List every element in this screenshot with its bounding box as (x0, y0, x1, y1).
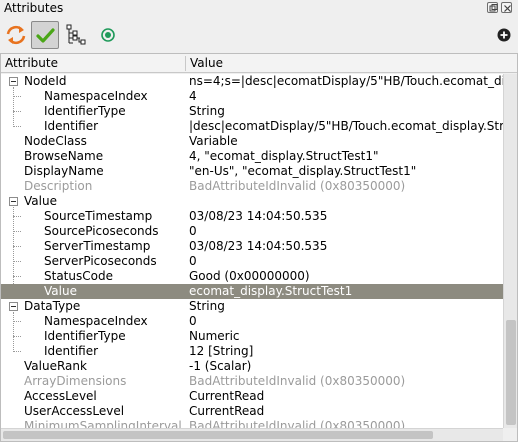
tree-row[interactable]: SourcePicoseconds 0 (1, 224, 503, 239)
attribute-value: 4, "ecomat_display.StructTest1" (189, 149, 379, 163)
column-separator[interactable] (185, 56, 186, 71)
vertical-scrollbar-thumb[interactable] (506, 320, 516, 425)
tree-row[interactable]: NamespaceIndex 0 (1, 314, 503, 329)
attribute-value: BadAttributeIdInvalid (0x80350000) (189, 179, 406, 193)
attribute-value: -1 (Scalar) (189, 359, 252, 373)
attribute-name: NamespaceIndex (44, 89, 148, 103)
tree-row[interactable]: Value ecomat_display.StructTest1 (1, 284, 503, 299)
attribute-name: SourceTimestamp (44, 209, 153, 223)
attribute-value: Variable (189, 134, 238, 148)
refresh-icon[interactable] (2, 21, 30, 49)
attribute-name: UserAccessLevel (24, 404, 125, 418)
tree-row[interactable]: NodeClass Variable (1, 134, 503, 149)
close-icon[interactable] (501, 2, 512, 13)
attribute-name: Identifier (44, 119, 99, 133)
tree-row[interactable]: UserAccessLevel CurrentRead (1, 404, 503, 419)
tree-row[interactable]: Identifier |desc|ecomatDisplay/5"HB/Touch… (1, 119, 503, 134)
attribute-value: |desc|ecomatDisplay/5"HB/Touch.ecomat_di… (189, 119, 503, 133)
float-icon[interactable] (487, 2, 498, 13)
vertical-scrollbar[interactable] (503, 74, 517, 428)
attribute-value: 12 [String] (189, 344, 254, 358)
attribute-name: Value (44, 284, 77, 298)
attribute-name: NodeId (24, 74, 67, 88)
panel-titlebar: Attributes (0, 0, 518, 18)
attribute-value: 0 (189, 254, 197, 268)
tree-row[interactable]: Identifier 12 [String] (1, 344, 503, 359)
attribute-name: Value (24, 194, 57, 208)
attribute-value: ns=4;s=|desc|ecomatDisplay/5"HB/Touch.ec… (189, 74, 503, 88)
horizontal-scrollbar[interactable] (1, 428, 503, 441)
attribute-value: "en-Us", "ecomat_display.StructTest1" (189, 164, 417, 178)
tree-row[interactable]: MinimumSamplingInterval BadAttributeIdInv… (1, 419, 503, 428)
attribute-name: DisplayName (24, 164, 104, 178)
attribute-name: Description (24, 179, 93, 193)
checkmark-icon[interactable] (31, 21, 59, 49)
attribute-value: ecomat_display.StructTest1 (189, 284, 353, 298)
attribute-value: 03/08/23 14:04:50.535 (189, 209, 328, 223)
attribute-value: 0 (189, 314, 197, 328)
tree-row[interactable]: ServerPicoseconds 0 (1, 254, 503, 269)
attribute-name: IdentifierType (44, 329, 126, 343)
attribute-name: NamespaceIndex (44, 314, 148, 328)
tree-row[interactable]: DisplayName "en-Us", "ecomat_display.Stru… (1, 164, 503, 179)
attribute-value: Numeric (189, 329, 240, 343)
horizontal-scrollbar-thumb[interactable] (3, 431, 433, 439)
attribute-value: CurrentRead (189, 404, 265, 418)
attribute-name: ValueRank (24, 359, 87, 373)
scrollbar-corner (503, 428, 517, 441)
tree-row[interactable]: NamespaceIndex 4 (1, 89, 503, 104)
tree-row[interactable]: BrowseName 4, "ecomat_display.StructTest1… (1, 149, 503, 164)
panel-title: Attributes (4, 1, 64, 15)
tree-row[interactable]: AccessLevel CurrentRead (1, 389, 503, 404)
tree-structure-icon[interactable] (62, 21, 90, 49)
attribute-value: Good (0x00000000) (189, 269, 310, 283)
tree-row[interactable]: IdentifierType Numeric (1, 329, 503, 344)
collapse-toggle-icon[interactable] (9, 197, 18, 206)
attribute-name: Identifier (44, 344, 99, 358)
tree-row[interactable]: NodeId ns=4;s=|desc|ecomatDisplay/5"HB/To… (1, 74, 503, 89)
tree-row[interactable]: DataType String (1, 299, 503, 314)
attribute-name: DataType (24, 299, 81, 313)
attribute-value: String (189, 299, 225, 313)
attribute-value: BadAttributeIdInvalid (0x80350000) (189, 419, 406, 428)
attribute-value: 03/08/23 14:04:50.535 (189, 239, 328, 253)
attribute-value: 4 (189, 89, 197, 103)
attribute-value: BadAttributeIdInvalid (0x80350000) (189, 374, 406, 388)
attribute-value: CurrentRead (189, 389, 265, 403)
tree-row[interactable]: Value (1, 194, 503, 209)
attribute-name: AccessLevel (24, 389, 97, 403)
attribute-value: String (189, 104, 225, 118)
attribute-name: ServerTimestamp (44, 239, 151, 253)
attribute-name: NodeClass (24, 134, 87, 148)
tree-row[interactable]: SourceTimestamp 03/08/23 14:04:50.535 (1, 209, 503, 224)
add-icon[interactable] (490, 21, 518, 49)
attribute-value: 0 (189, 224, 197, 238)
attribute-name: StatusCode (44, 269, 113, 283)
tree-row[interactable]: StatusCode Good (0x00000000) (1, 269, 503, 284)
attribute-name: ServerPicoseconds (44, 254, 157, 268)
tree-row[interactable]: IdentifierType String (1, 104, 503, 119)
tree-row[interactable]: ServerTimestamp 03/08/23 14:04:50.535 (1, 239, 503, 254)
collapse-toggle-icon[interactable] (9, 77, 18, 86)
attribute-name: BrowseName (24, 149, 104, 163)
tree-row[interactable]: ValueRank -1 (Scalar) (1, 359, 503, 374)
attribute-name: MinimumSamplingInterval (24, 419, 182, 428)
column-header: Attribute Value (1, 54, 517, 73)
tree-row[interactable]: ArrayDimensions BadAttributeIdInvalid (0x… (1, 374, 503, 389)
toolbar (0, 18, 518, 52)
tree-row[interactable]: Description BadAttributeIdInvalid (0x8035… (1, 179, 503, 194)
column-header-attribute[interactable]: Attribute (5, 56, 58, 70)
column-header-value[interactable]: Value (190, 56, 223, 70)
attribute-name: IdentifierType (44, 104, 126, 118)
attribute-tree[interactable]: NodeId ns=4;s=|desc|ecomatDisplay/5"HB/To… (1, 74, 503, 428)
attribute-name: SourcePicoseconds (44, 224, 159, 238)
attribute-name: ArrayDimensions (24, 374, 127, 388)
monitor-icon[interactable] (94, 21, 122, 49)
collapse-toggle-icon[interactable] (9, 302, 18, 311)
